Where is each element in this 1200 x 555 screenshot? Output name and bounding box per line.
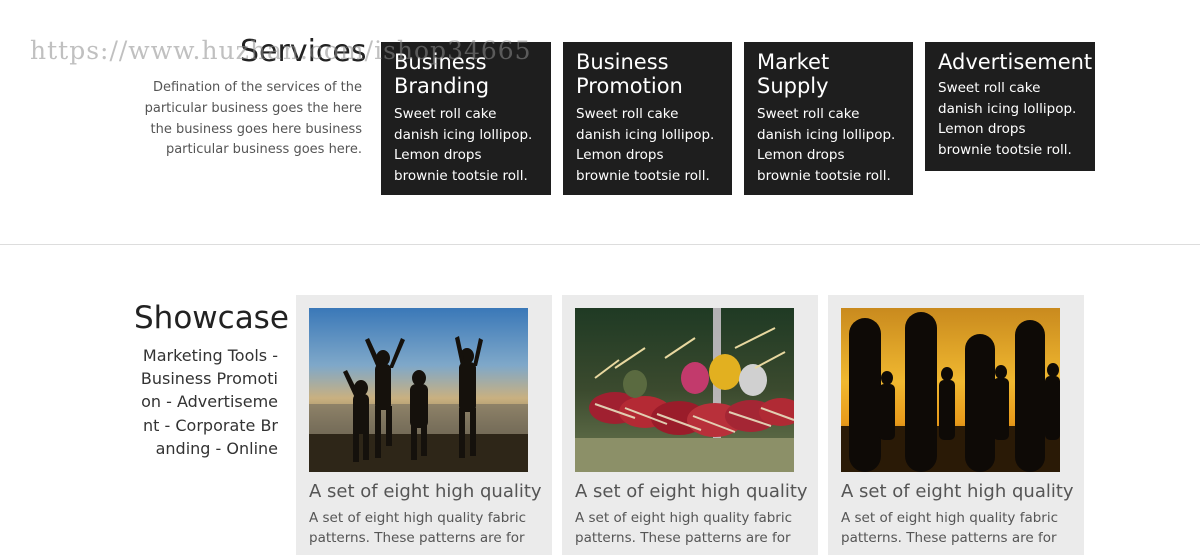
section-divider [0,244,1200,245]
service-card-text: Sweet roll cake danish icing lollipop. L… [757,106,896,184]
drummers-festival-photo[interactable] [575,308,794,472]
service-card-title: Advertisement [938,50,1093,74]
showcase-card[interactable]: A set of eight high quality A set of eig… [562,295,818,555]
showcase-card-text: A set of eight high quality fabric patte… [309,510,527,546]
service-card-text: Sweet roll cake danish icing lollipop. L… [394,106,533,184]
showcase-card-title: A set of eight high quality [575,481,808,502]
showcase-title: Showcase [134,300,289,336]
beach-jumping-silhouettes-photo[interactable] [309,308,528,472]
showcase-card-title: A set of eight high quality [309,481,542,502]
showcase-card[interactable]: A set of eight high quality A set of eig… [296,295,552,555]
services-title: Services [240,34,367,69]
services-description: Defination of the services of the partic… [144,80,362,158]
showcase-card-text: A set of eight high quality fabric patte… [575,510,793,546]
service-card-text: Sweet roll cake danish icing lollipop. L… [938,80,1077,158]
showcase-categories: Marketing Tools - Business Promotion - A… [140,346,278,458]
showcase-card[interactable]: A set of eight high quality A set of eig… [828,295,1084,555]
showcase-card-title: A set of eight high quality [841,481,1074,502]
service-card-advertisement[interactable]: Advertisement Sweet roll cake danish ici… [925,42,1095,171]
service-card-market-supply[interactable]: Market Supply Sweet roll cake danish ici… [744,42,913,195]
service-card-business-promotion[interactable]: Business Promotion Sweet roll cake danis… [563,42,732,195]
service-card-title: Business Promotion [576,50,683,98]
service-card-title: Market Supply [757,50,830,98]
surfboards-sunset-photo[interactable] [841,308,1060,472]
service-card-title: Business Branding [394,50,490,98]
service-card-business-branding[interactable]: Business Branding Sweet roll cake danish… [381,42,551,195]
showcase-card-text: A set of eight high quality fabric patte… [841,510,1059,546]
service-card-text: Sweet roll cake danish icing lollipop. L… [576,106,715,184]
